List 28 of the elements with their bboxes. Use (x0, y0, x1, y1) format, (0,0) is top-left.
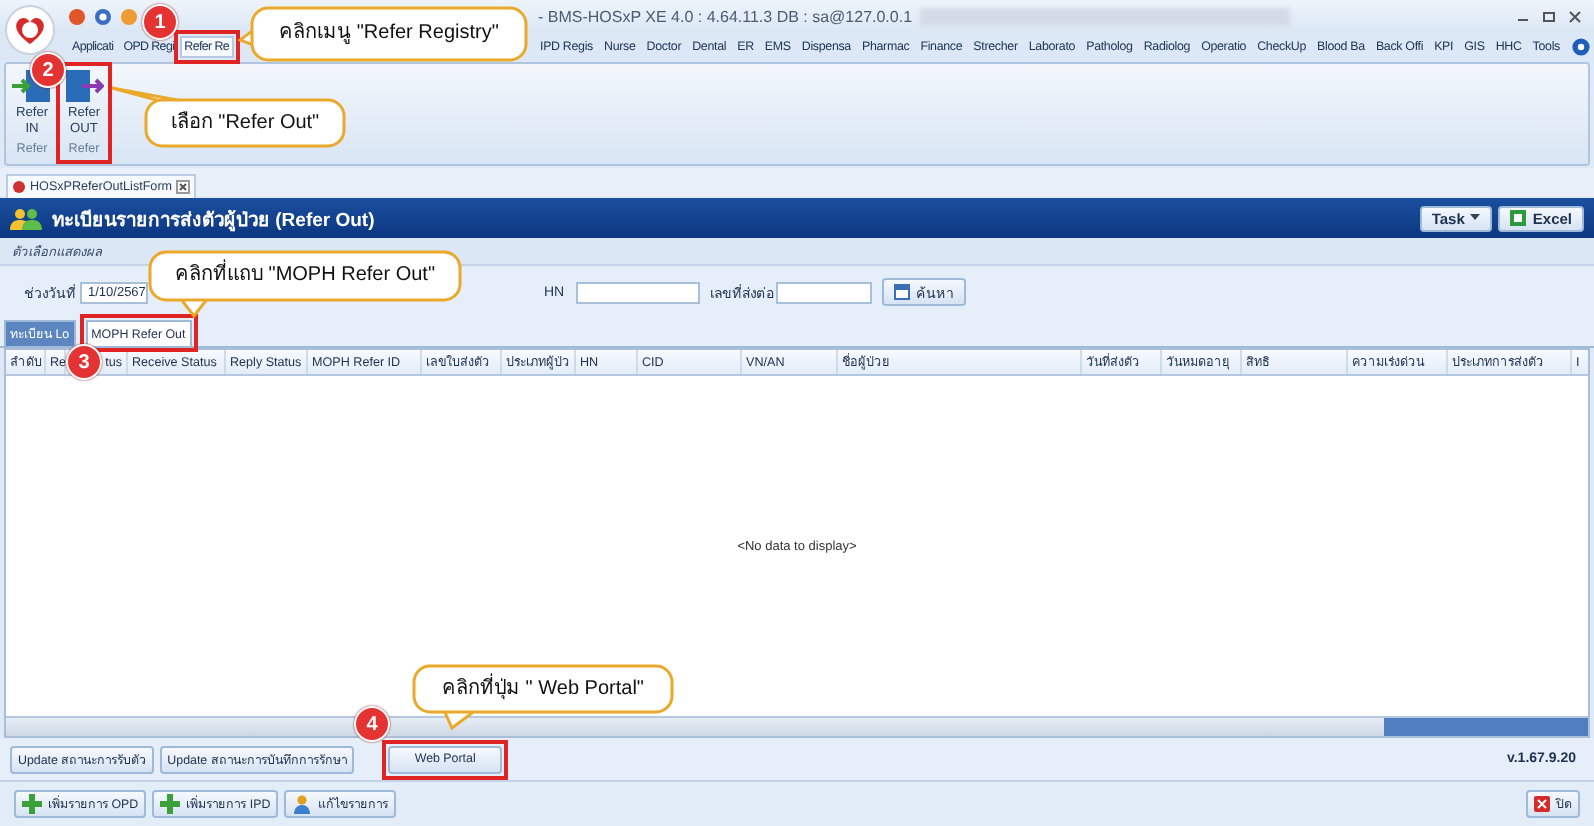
form-title: ทะเบียนรายการส่งตัวผู้ป่วย (Refer Out) (52, 207, 375, 233)
callout-text: คลิกที่ปุ่ม " Web Portal" (442, 677, 644, 701)
window-dot-icon[interactable] (94, 7, 112, 25)
refer-number-field[interactable] (776, 281, 872, 303)
close-icon[interactable] (1568, 9, 1582, 23)
callout-text: คลิกที่แถบ "MOPH Refer Out" (175, 264, 435, 288)
horizontal-scrollbar[interactable] (6, 716, 1588, 736)
caret-icon (1470, 214, 1481, 222)
refer-out-icon (64, 68, 104, 104)
person-edit-icon (292, 794, 313, 814)
callout-text: เลือก "Refer Out" (170, 111, 320, 135)
hn-field[interactable] (576, 281, 700, 303)
callout-text: คลิกเมนู "Refer Registry" (279, 22, 499, 46)
window-title: - BMS-HOSxP XE 4.0 : 4.64.11.3 DB : sa@127.0.0.1 (538, 7, 913, 25)
restore-icon[interactable] (1542, 9, 1556, 23)
help-icon[interactable] (1572, 38, 1590, 56)
plus-icon (160, 794, 181, 814)
window-dot-icon[interactable] (68, 7, 86, 25)
form-icon (12, 180, 26, 194)
people-icon (10, 207, 42, 229)
plus-icon (22, 794, 42, 814)
close-icon (1534, 796, 1550, 812)
spreadsheet-icon (1510, 210, 1527, 226)
highlight-frame (174, 30, 240, 64)
calendar-icon (894, 284, 910, 300)
close-icon[interactable] (176, 180, 191, 194)
highlight-frame (382, 739, 508, 779)
window-dot-icon[interactable] (120, 7, 138, 25)
